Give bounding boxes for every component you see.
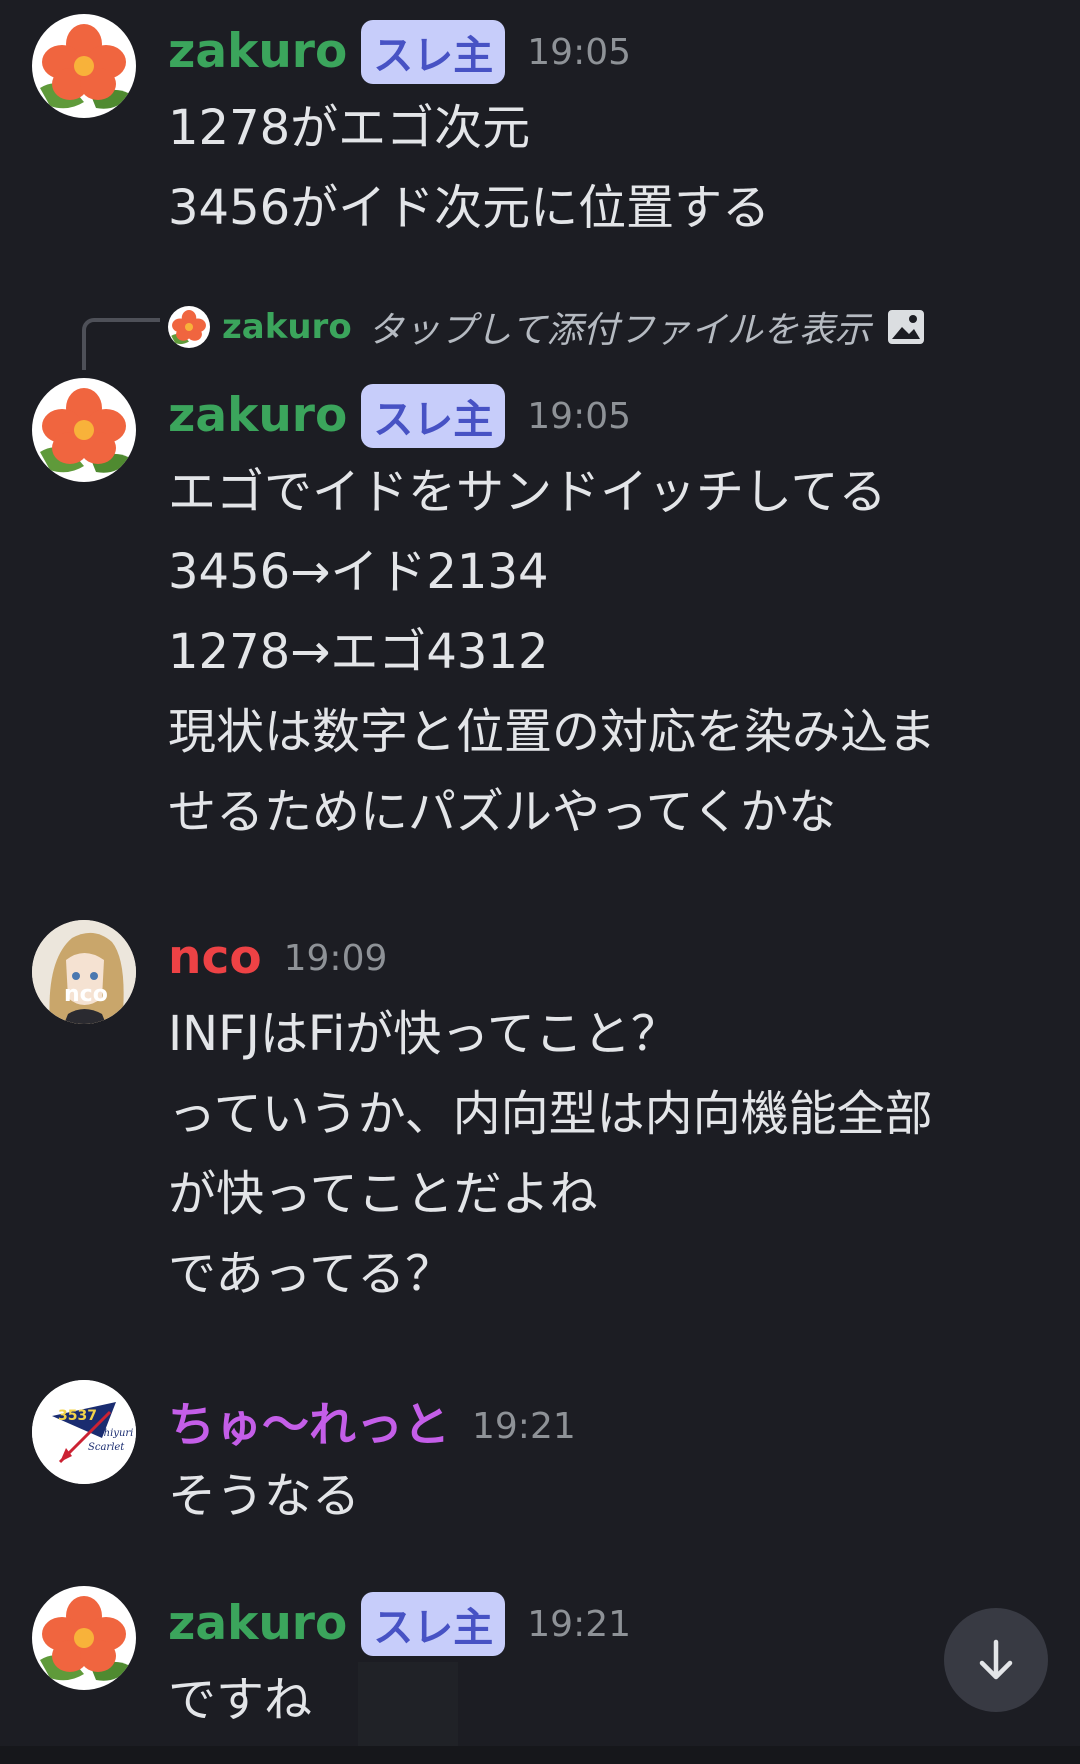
message-line: っていうか、内向型は内向機能全部 [168, 1086, 933, 1142]
message-line: が快ってことだよね [168, 1166, 598, 1222]
timestamp: 19:09 [283, 937, 388, 979]
image-icon [887, 310, 924, 344]
message-line: そうなる [168, 1468, 361, 1524]
reply-avatar [168, 306, 210, 348]
op-badge: スレ主 [361, 20, 506, 84]
op-badge: スレ主 [361, 1592, 506, 1656]
timestamp: 19:05 [527, 395, 632, 437]
message-line: であってる？ [168, 1246, 454, 1302]
anime-portrait-icon [32, 920, 136, 1024]
author-name[interactable]: zakuro [168, 22, 347, 82]
arrow-down-icon [979, 1639, 1013, 1680]
logo-number: 3537 [58, 1408, 97, 1424]
scroll-to-bottom-button[interactable] [944, 1608, 1048, 1712]
message-line: せるためにパズルやってくかな [168, 784, 837, 840]
red-flower-icon [40, 1596, 130, 1681]
avatar-zakuro[interactable] [32, 378, 136, 482]
logo-line1: Chiyuri [96, 1428, 134, 1439]
red-flower-icon [40, 388, 130, 473]
reply-preview[interactable]: zakuro タップして添付ファイルを表示 [168, 300, 925, 354]
embed-placeholder [358, 1662, 458, 1746]
bottom-edge [0, 1746, 1080, 1764]
timestamp: 19:21 [527, 1603, 632, 1645]
avatar-zakuro[interactable] [32, 1586, 136, 1690]
avatar-nco[interactable]: nco [32, 920, 136, 1024]
avatar-label: nco [64, 982, 108, 1007]
message-line: エゴでイドをサンドイッチしてる [168, 464, 887, 520]
avatar-zakuro[interactable] [32, 14, 136, 118]
author-name[interactable]: nco [168, 928, 262, 988]
author-name[interactable]: ちゅ〜れっと [168, 1396, 450, 1456]
author-name[interactable]: zakuro [168, 386, 347, 446]
op-badge: スレ主 [361, 384, 506, 448]
red-flower-icon [40, 24, 130, 109]
timestamp: 19:05 [527, 31, 632, 73]
message-line: 3456がイド次元に位置する [168, 180, 771, 236]
message-line: 3456→イド2134 [168, 544, 549, 600]
author-name[interactable]: zakuro [168, 1594, 347, 1654]
avatar-chulet[interactable]: 3537 Chiyuri Scarlet [32, 1380, 136, 1484]
message-line: INFJはFiが快ってこと？ [168, 1006, 679, 1062]
message-line: 1278がエゴ次元 [168, 100, 531, 156]
timestamp: 19:21 [472, 1405, 576, 1447]
message-line: ですね [168, 1672, 313, 1728]
message-line: 1278→エゴ4312 [168, 624, 549, 680]
reply-author: zakuro [222, 307, 352, 347]
reply-connector [82, 318, 160, 370]
reply-text: タップして添付ファイルを表示 [367, 310, 871, 351]
logo-line2: Scarlet [88, 1442, 125, 1453]
message-line: 現状は数字と位置の対応を染み込ま [168, 704, 937, 760]
red-flower-icon [171, 310, 206, 345]
